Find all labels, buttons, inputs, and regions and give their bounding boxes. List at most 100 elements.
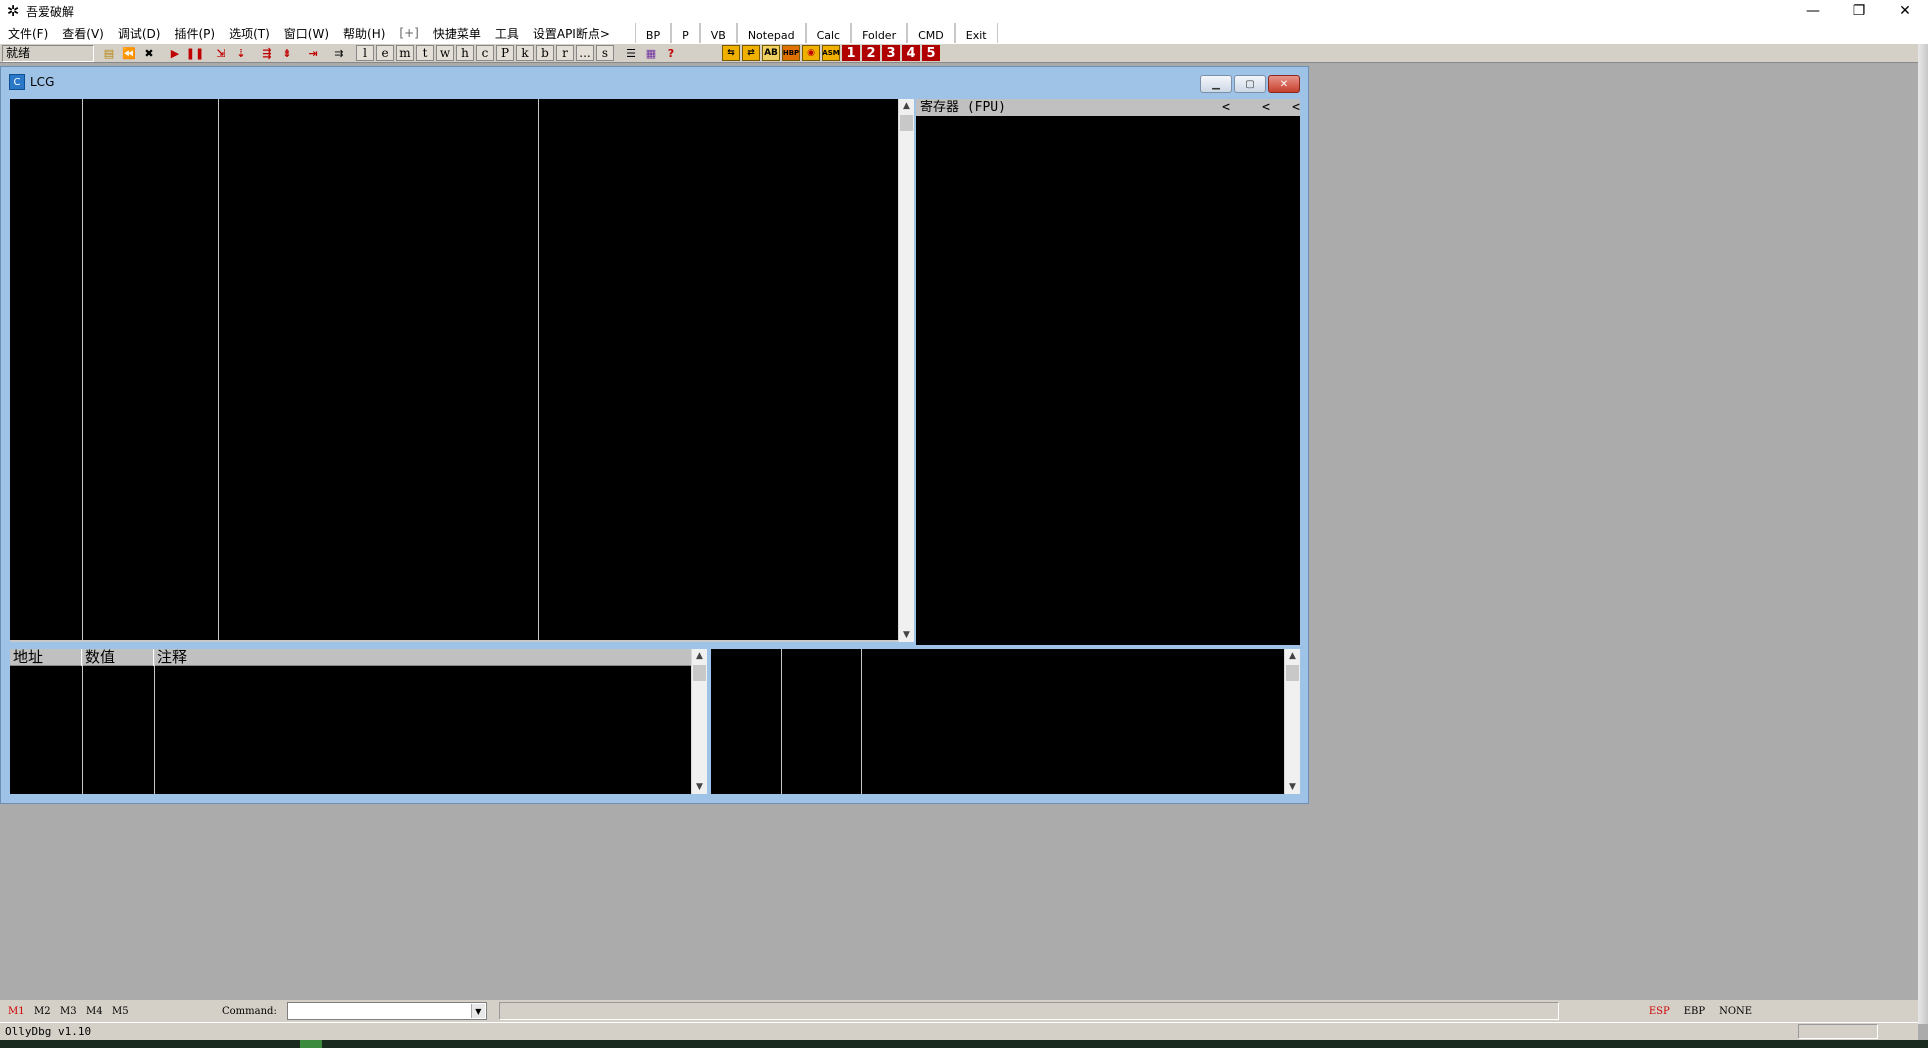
appearance-icon[interactable]: ▦ [642, 45, 660, 62]
step-into-icon[interactable]: ⇲ [212, 45, 230, 62]
references-button[interactable]: r [556, 45, 574, 61]
scroll-thumb[interactable] [900, 115, 913, 131]
number-1-button[interactable]: 1 [842, 45, 860, 61]
call-stack-button[interactable]: k [516, 45, 534, 61]
column-divider[interactable] [861, 649, 862, 794]
patches-button[interactable]: P [496, 45, 514, 61]
menu-api-breakpoint[interactable]: 设置API断点> [526, 25, 617, 42]
column-divider[interactable] [82, 649, 83, 794]
pause-icon[interactable]: ❚❚ [186, 45, 204, 62]
goto-icon[interactable]: ⇉ [330, 45, 348, 62]
trace-into-icon[interactable]: ⇶ [258, 45, 276, 62]
ab-icon[interactable]: AB [762, 45, 780, 61]
close-icon[interactable]: ✖ [140, 45, 158, 62]
registers-header[interactable]: 寄存器 (FPU) < < < [916, 99, 1300, 116]
p-button[interactable]: P [671, 23, 700, 43]
taskbar-item[interactable] [300, 1040, 322, 1048]
stack-pane[interactable] [711, 649, 1284, 794]
dump-header-value[interactable]: 数值 [82, 649, 154, 666]
swap-alt-icon[interactable]: ⇄ [742, 45, 760, 61]
scroll-down-icon[interactable]: ▼ [1285, 780, 1300, 794]
chevron-down-icon[interactable]: ▼ [470, 1004, 485, 1018]
menu-window[interactable]: 窗口(W) [277, 25, 336, 42]
minimize-button[interactable]: — [1790, 0, 1836, 22]
menu-options[interactable]: 选项(T) [222, 25, 277, 42]
dump-header-address[interactable]: 地址 [10, 649, 82, 666]
column-divider[interactable] [82, 99, 83, 642]
help-icon[interactable]: ? [662, 45, 680, 62]
scroll-down-icon[interactable]: ▼ [899, 628, 914, 642]
memory-map-button[interactable]: m [396, 45, 414, 61]
m1-tab[interactable]: M1 [8, 1006, 26, 1017]
m3-tab[interactable]: M3 [60, 1006, 78, 1017]
scroll-down-icon[interactable]: ▼ [692, 780, 707, 794]
run-icon[interactable]: ▶ [166, 45, 184, 62]
m4-tab[interactable]: M4 [86, 1006, 104, 1017]
dump-pane[interactable]: 地址 数值 注释 [10, 649, 691, 794]
m5-tab[interactable]: M5 [112, 1006, 130, 1017]
child-minimize-button[interactable]: ▁ [1200, 75, 1232, 93]
column-divider[interactable] [538, 99, 539, 642]
number-4-button[interactable]: 4 [902, 45, 920, 61]
menu-view[interactable]: 查看(V) [55, 25, 111, 42]
scroll-up-icon[interactable]: ▲ [899, 99, 914, 113]
list-icon[interactable]: ☰ [622, 45, 640, 62]
breakpoints-button[interactable]: b [536, 45, 554, 61]
calc-button[interactable]: Calc [805, 23, 852, 43]
notepad-button[interactable]: Notepad [736, 23, 806, 43]
record-icon[interactable]: ◉ [802, 45, 820, 61]
menu-plugins[interactable]: 插件(P) [167, 25, 222, 42]
step-over-icon[interactable]: ⇣ [232, 45, 250, 62]
vb-button[interactable]: VB [699, 23, 737, 43]
child-close-button[interactable]: ✕ [1268, 75, 1300, 93]
hbp-icon[interactable]: HBP [782, 45, 800, 61]
ebp-tag[interactable]: EBP [1684, 1006, 1705, 1017]
handles-button[interactable]: h [456, 45, 474, 61]
close-button[interactable]: ✕ [1882, 0, 1928, 22]
disassembly-scrollbar[interactable]: ▲ ▼ [898, 99, 914, 642]
swap-icon[interactable]: ⇆ [722, 45, 740, 61]
restore-button[interactable]: ❐ [1836, 0, 1882, 22]
scroll-up-icon[interactable]: ▲ [1285, 649, 1300, 663]
number-5-button[interactable]: 5 [922, 45, 940, 61]
scroll-thumb[interactable] [1286, 665, 1299, 681]
number-3-button[interactable]: 3 [882, 45, 900, 61]
dump-header-comment[interactable]: 注释 [154, 649, 691, 666]
column-divider[interactable] [218, 99, 219, 642]
cpu-window-caption[interactable]: C LCG ▁ ▢ ✕ [1, 67, 1308, 97]
trace-over-icon[interactable]: ⇟ [278, 45, 296, 62]
none-tag[interactable]: NONE [1719, 1006, 1752, 1017]
command-input[interactable]: ▼ [286, 1002, 487, 1020]
folder-button[interactable]: Folder [851, 23, 908, 43]
stack-scrollbar[interactable]: ▲ ▼ [1284, 649, 1300, 794]
source-button[interactable]: s [596, 45, 614, 61]
open-icon[interactable]: ▤ [100, 45, 118, 62]
execute-till-return-icon[interactable]: ⇥ [304, 45, 322, 62]
menu-file[interactable]: 文件(F) [0, 25, 55, 42]
bp-button[interactable]: BP [634, 23, 672, 43]
child-maximize-button[interactable]: ▢ [1234, 75, 1266, 93]
esp-tag[interactable]: ESP [1649, 1006, 1670, 1017]
menu-plus[interactable]: [+] [392, 26, 425, 40]
column-divider[interactable] [781, 649, 782, 794]
menu-tools[interactable]: 工具 [488, 25, 526, 42]
dump-scrollbar[interactable]: ▲ ▼ [691, 649, 707, 794]
exit-button[interactable]: Exit [954, 23, 998, 43]
threads-button[interactable]: t [416, 45, 434, 61]
menu-debug[interactable]: 调试(D) [111, 25, 168, 42]
windows-button[interactable]: w [436, 45, 454, 61]
registers-pane[interactable]: 寄存器 (FPU) < < < [916, 99, 1300, 645]
disassembly-pane[interactable] [10, 99, 898, 642]
register-prev-icon[interactable]: < [1246, 99, 1286, 116]
number-2-button[interactable]: 2 [862, 45, 880, 61]
rewind-icon[interactable]: ⏪ [120, 45, 138, 62]
scroll-thumb[interactable] [693, 665, 706, 681]
cmd-button[interactable]: CMD [907, 23, 955, 43]
scroll-up-icon[interactable]: ▲ [692, 649, 707, 663]
asm-icon[interactable]: ASM [822, 45, 840, 61]
menu-quick[interactable]: 快捷菜单 [426, 25, 488, 42]
register-prev-icon[interactable]: < [1286, 99, 1300, 116]
run-trace-button[interactable]: ... [576, 45, 594, 61]
column-divider[interactable] [154, 649, 155, 794]
executables-button[interactable]: e [376, 45, 394, 61]
